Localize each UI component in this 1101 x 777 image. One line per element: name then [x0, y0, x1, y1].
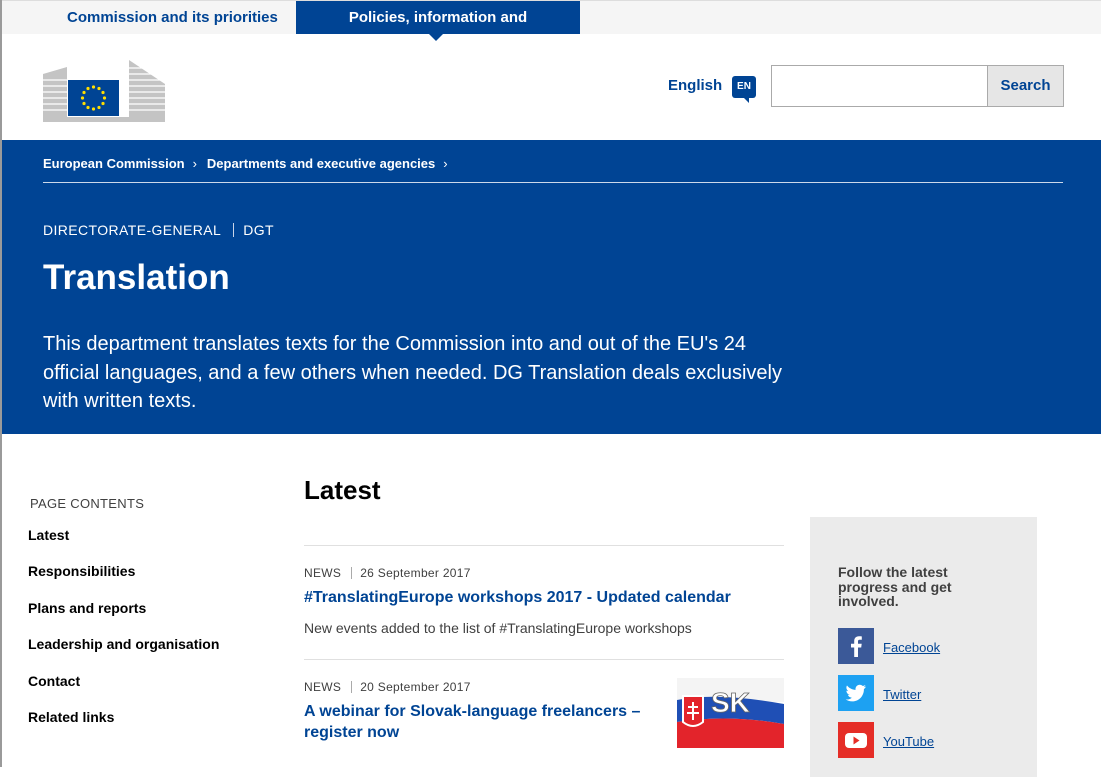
news-divider [304, 545, 784, 546]
news-divider [304, 659, 784, 660]
page-meta-type: DIRECTORATE-GENERAL [43, 222, 222, 238]
facebook-icon[interactable] [838, 628, 874, 664]
news-date: 26 September 2017 [360, 566, 471, 580]
meta-separator [233, 223, 235, 237]
page-contents-item-latest[interactable]: Latest [28, 527, 219, 563]
meta-separator [351, 681, 353, 693]
search-button[interactable]: Search [987, 65, 1064, 107]
social-link-twitter[interactable]: Twitter [883, 687, 921, 702]
page-description: This department translates texts for the… [43, 333, 782, 412]
top-navigation: Commission and its priorities Policies, … [2, 0, 1101, 59]
breadcrumb-divider [43, 182, 1063, 183]
youtube-icon[interactable] [838, 722, 874, 758]
tab-policies-information-services[interactable]: Policies, information and services [296, 1, 580, 59]
news-description: New events added to the list of #Transla… [304, 620, 692, 636]
breadcrumb-european-commission[interactable]: European Commission [43, 156, 185, 171]
news-date: 20 September 2017 [360, 680, 471, 694]
page-contents-label: PAGE CONTENTS [30, 496, 145, 511]
language-code-badge[interactable]: EN [732, 76, 756, 103]
page-title: Translation [43, 258, 230, 297]
page-contents-item-leadership[interactable]: Leadership and organisation [28, 636, 219, 672]
page-meta: DIRECTORATE-GENERAL DGT [43, 222, 274, 238]
page-meta-acronym: DGT [243, 222, 274, 238]
european-commission-logo[interactable] [43, 60, 165, 122]
breadcrumb: European Commission › Departments and exec… [43, 156, 458, 171]
news-meta: NEWS 20 September 2017 [304, 680, 471, 694]
page-contents-item-responsibilities[interactable]: Responsibilities [28, 563, 219, 599]
page-banner: European Commission › Departments and exec… [2, 140, 1101, 434]
chevron-right-icon: › [192, 156, 197, 171]
news-thumbnail[interactable]: SK [677, 678, 784, 748]
site-header: English EN Search [2, 34, 1101, 140]
page-contents-item-related-links[interactable]: Related links [28, 709, 219, 745]
news-title-line: register now [304, 724, 400, 741]
meta-separator [351, 567, 353, 579]
news-meta: NEWS 26 September 2017 [304, 566, 471, 580]
follow-panel: Follow the latest progress and get invol… [810, 517, 1037, 777]
twitter-icon[interactable] [838, 675, 874, 711]
page-contents-item-plans-reports[interactable]: Plans and reports [28, 600, 219, 636]
news-type: NEWS [304, 680, 342, 694]
social-link-facebook[interactable]: Facebook [883, 640, 940, 655]
latest-heading: Latest [304, 475, 381, 505]
news-title-link[interactable]: #TranslatingEurope workshops 2017 - Upda… [304, 587, 731, 608]
breadcrumb-departments[interactable]: Departments and executive agencies [207, 156, 435, 171]
chevron-right-icon: › [443, 156, 448, 171]
news-thumbnail-label: SK [711, 687, 750, 718]
tab-commission-priorities[interactable]: Commission and its priorities [43, 1, 302, 34]
news-title-link[interactable]: A webinar for Slovak-language freelancer… [304, 701, 640, 743]
page-contents-list: Latest Responsibilities Plans and report… [28, 527, 219, 745]
social-link-youtube[interactable]: YouTube [883, 734, 934, 749]
news-type: NEWS [304, 566, 342, 580]
language-selector[interactable]: English [668, 77, 722, 94]
follow-text: Follow the latest progress and get invol… [838, 564, 952, 609]
search-input[interactable] [771, 65, 987, 107]
news-title-line: A webinar for Slovak-language freelancer… [304, 703, 641, 720]
page-contents-item-contact[interactable]: Contact [28, 673, 219, 709]
